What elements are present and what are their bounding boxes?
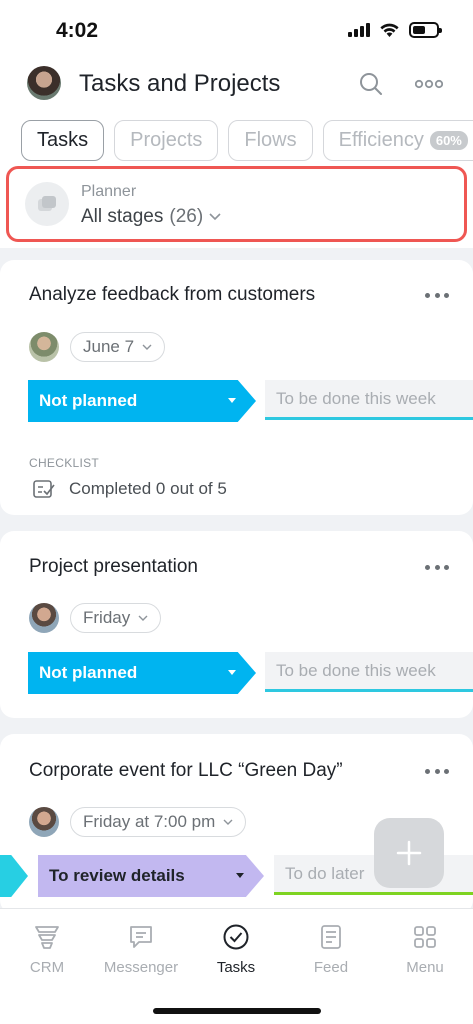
more-icon: [415, 79, 443, 89]
nav-label: Menu: [406, 959, 444, 976]
battery-icon: [409, 22, 442, 38]
page-title: Tasks and Projects: [79, 70, 281, 97]
caret-down-icon: [228, 670, 236, 675]
planner-value: All stages (26): [81, 206, 221, 228]
tasks-check-icon: [223, 924, 249, 950]
deadline-text: June 7: [83, 337, 135, 356]
menu-grid-icon: [414, 926, 436, 948]
tab-projects[interactable]: Projects: [114, 120, 219, 161]
caret-down-icon: [228, 398, 236, 403]
task-more-button[interactable]: [425, 557, 449, 577]
deadline-pill[interactable]: Friday at 7:00 pm: [70, 807, 247, 837]
chevron-down-icon: [223, 819, 233, 825]
deadline-pill[interactable]: June 7: [70, 332, 166, 362]
checklist-icon: [33, 480, 55, 498]
tab-efficiency-label: Efficiency: [338, 129, 424, 151]
status-time: 4:02: [56, 19, 99, 42]
nav-label: Messenger: [103, 959, 179, 976]
stage-previous[interactable]: [0, 855, 28, 897]
tab-bar: Tasks Projects Flows Efficiency 60%: [21, 120, 473, 161]
nav-item-crm[interactable]: CRM: [2, 923, 92, 976]
deadline-text: Friday: [83, 608, 131, 627]
plus-icon: [396, 840, 422, 866]
task-title[interactable]: Project presentation: [29, 556, 198, 578]
deadline-pill[interactable]: Friday: [70, 603, 162, 633]
assignee-avatar[interactable]: [29, 807, 59, 837]
nav-label: CRM: [29, 959, 65, 976]
feed-icon: [321, 925, 341, 949]
planner-count: (26): [169, 206, 204, 227]
checklist-status: Completed 0 out of 5: [69, 479, 227, 498]
planner-icon-circle: [25, 182, 69, 226]
bottom-nav: CRM Messenger Tasks Feed Menu: [0, 908, 473, 1024]
stack-icon: [38, 196, 56, 211]
tab-flows[interactable]: Flows: [228, 120, 313, 161]
caret-down-icon: [236, 873, 244, 878]
task-more-button[interactable]: [425, 285, 449, 305]
checklist-row[interactable]: Completed 0 out of 5: [33, 479, 227, 499]
efficiency-badge: 60%: [429, 131, 468, 150]
status-icons: [348, 22, 442, 38]
add-task-button[interactable]: [374, 818, 444, 888]
stage-label: Not planned: [39, 663, 138, 682]
task-card[interactable]: Project presentation Friday Not planned …: [0, 531, 473, 718]
stage-next[interactable]: To be done this week: [265, 652, 473, 692]
nav-item-tasks[interactable]: Tasks: [191, 923, 281, 976]
nav-label: Feed: [313, 959, 349, 976]
search-icon: [360, 73, 382, 95]
chevron-down-icon: [142, 344, 152, 350]
home-indicator: [153, 1008, 321, 1014]
stage-current[interactable]: Not planned: [28, 380, 256, 422]
nav-label: Tasks: [216, 959, 256, 976]
tab-efficiency[interactable]: Efficiency 60%: [322, 120, 473, 161]
cellular-signal-icon: [348, 23, 370, 37]
nav-item-messenger[interactable]: Messenger: [96, 923, 186, 976]
task-title[interactable]: Analyze feedback from customers: [29, 284, 315, 306]
wifi-icon: [380, 23, 399, 37]
assignee-avatar[interactable]: [29, 603, 59, 633]
crm-icon: [35, 926, 59, 949]
messenger-icon: [130, 926, 152, 948]
task-title[interactable]: Corporate event for LLC “Green Day”: [29, 760, 343, 782]
battery-fill: [413, 26, 426, 34]
more-button[interactable]: [413, 68, 445, 100]
planner-stage-selector[interactable]: Planner All stages (26): [6, 166, 467, 242]
checklist-label: CHECKLIST: [29, 456, 100, 470]
chevron-down-icon: [209, 213, 221, 221]
status-bar: 4:02: [0, 0, 473, 58]
stage-label: To review details: [49, 866, 185, 885]
deadline-text: Friday at 7:00 pm: [83, 812, 216, 831]
stage-current[interactable]: To review details: [38, 855, 264, 897]
planner-stage-text: All stages: [81, 206, 164, 227]
task-card[interactable]: Analyze feedback from customers June 7 N…: [0, 260, 473, 515]
search-button[interactable]: [355, 68, 387, 100]
planner-label: Planner: [81, 183, 137, 200]
stage-label: Not planned: [39, 391, 138, 410]
nav-item-feed[interactable]: Feed: [286, 923, 376, 976]
task-more-button[interactable]: [425, 761, 449, 781]
chevron-down-icon: [138, 615, 148, 621]
stage-next-label: To be done this week: [276, 388, 436, 408]
stage-current[interactable]: Not planned: [28, 652, 256, 694]
header: Tasks and Projects Tasks Projects Flows …: [0, 58, 473, 248]
avatar[interactable]: [27, 66, 61, 100]
nav-item-menu[interactable]: Menu: [380, 923, 470, 976]
stage-next-label: To be done this week: [276, 660, 436, 680]
stage-next-label: To do later: [285, 863, 365, 883]
stage-next[interactable]: To be done this week: [265, 380, 473, 420]
tab-tasks[interactable]: Tasks: [21, 120, 105, 161]
assignee-avatar[interactable]: [29, 332, 59, 362]
